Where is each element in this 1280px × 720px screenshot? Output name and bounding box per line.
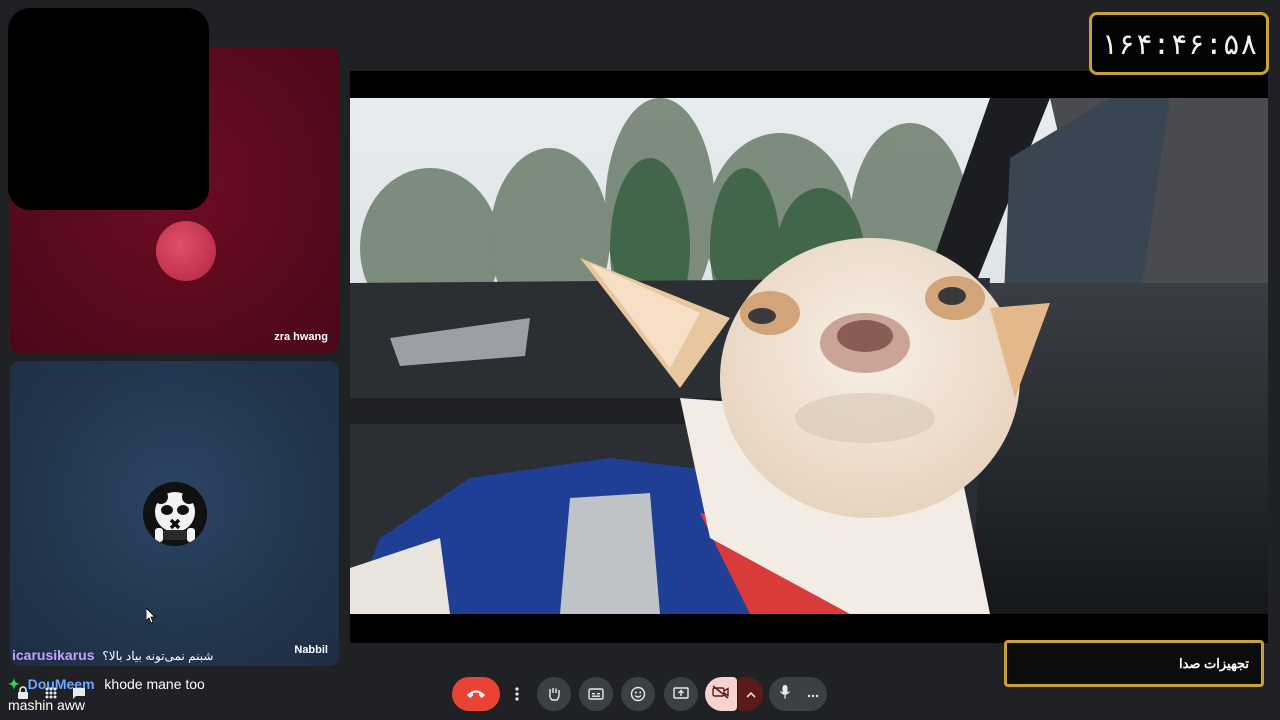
chat-username: icarusikarus (12, 647, 95, 663)
call-end-icon (466, 688, 486, 700)
mouse-cursor-icon (145, 607, 156, 629)
raise-hand-button[interactable] (537, 677, 571, 711)
camera-off-icon (712, 684, 730, 704)
chat-message: icarusikarus شبنم نمی‌تونه بیاد بالا؟ (12, 647, 213, 663)
emoji-icon (630, 686, 646, 702)
hand-icon (546, 686, 562, 702)
main-video[interactable] (350, 98, 1268, 614)
camera-options-button[interactable] (738, 677, 763, 711)
mic-toggle-button[interactable] (769, 677, 801, 711)
emoji-reaction-button[interactable] (621, 677, 655, 711)
avatar (156, 221, 216, 281)
chat-text: شبنم نمی‌تونه بیاد بالا؟ (102, 649, 214, 663)
audio-devices-label: تجهیزات صدا (1178, 655, 1249, 671)
closed-captions-icon (588, 688, 604, 700)
panda-avatar (143, 482, 207, 546)
mic-options-button[interactable] (801, 677, 825, 711)
timer-display: ۱۶۴:۴۶:۵۸ (1089, 12, 1269, 75)
present-screen-button[interactable] (664, 677, 698, 711)
mic-icon (779, 684, 791, 705)
meeting-controls (0, 677, 1280, 711)
end-call-button[interactable] (452, 677, 500, 711)
captions-button[interactable] (579, 677, 613, 711)
more-vert-icon (515, 687, 519, 701)
more-options-button[interactable] (507, 677, 527, 711)
present-screen-icon (673, 687, 689, 701)
participant-name: Nabbil (294, 644, 328, 656)
more-horiz-icon (807, 687, 819, 701)
camera-toggle-button[interactable] (705, 677, 737, 711)
chevron-up-icon (745, 685, 756, 703)
participant-name: zra hwang (274, 331, 328, 343)
self-view[interactable] (8, 8, 209, 210)
